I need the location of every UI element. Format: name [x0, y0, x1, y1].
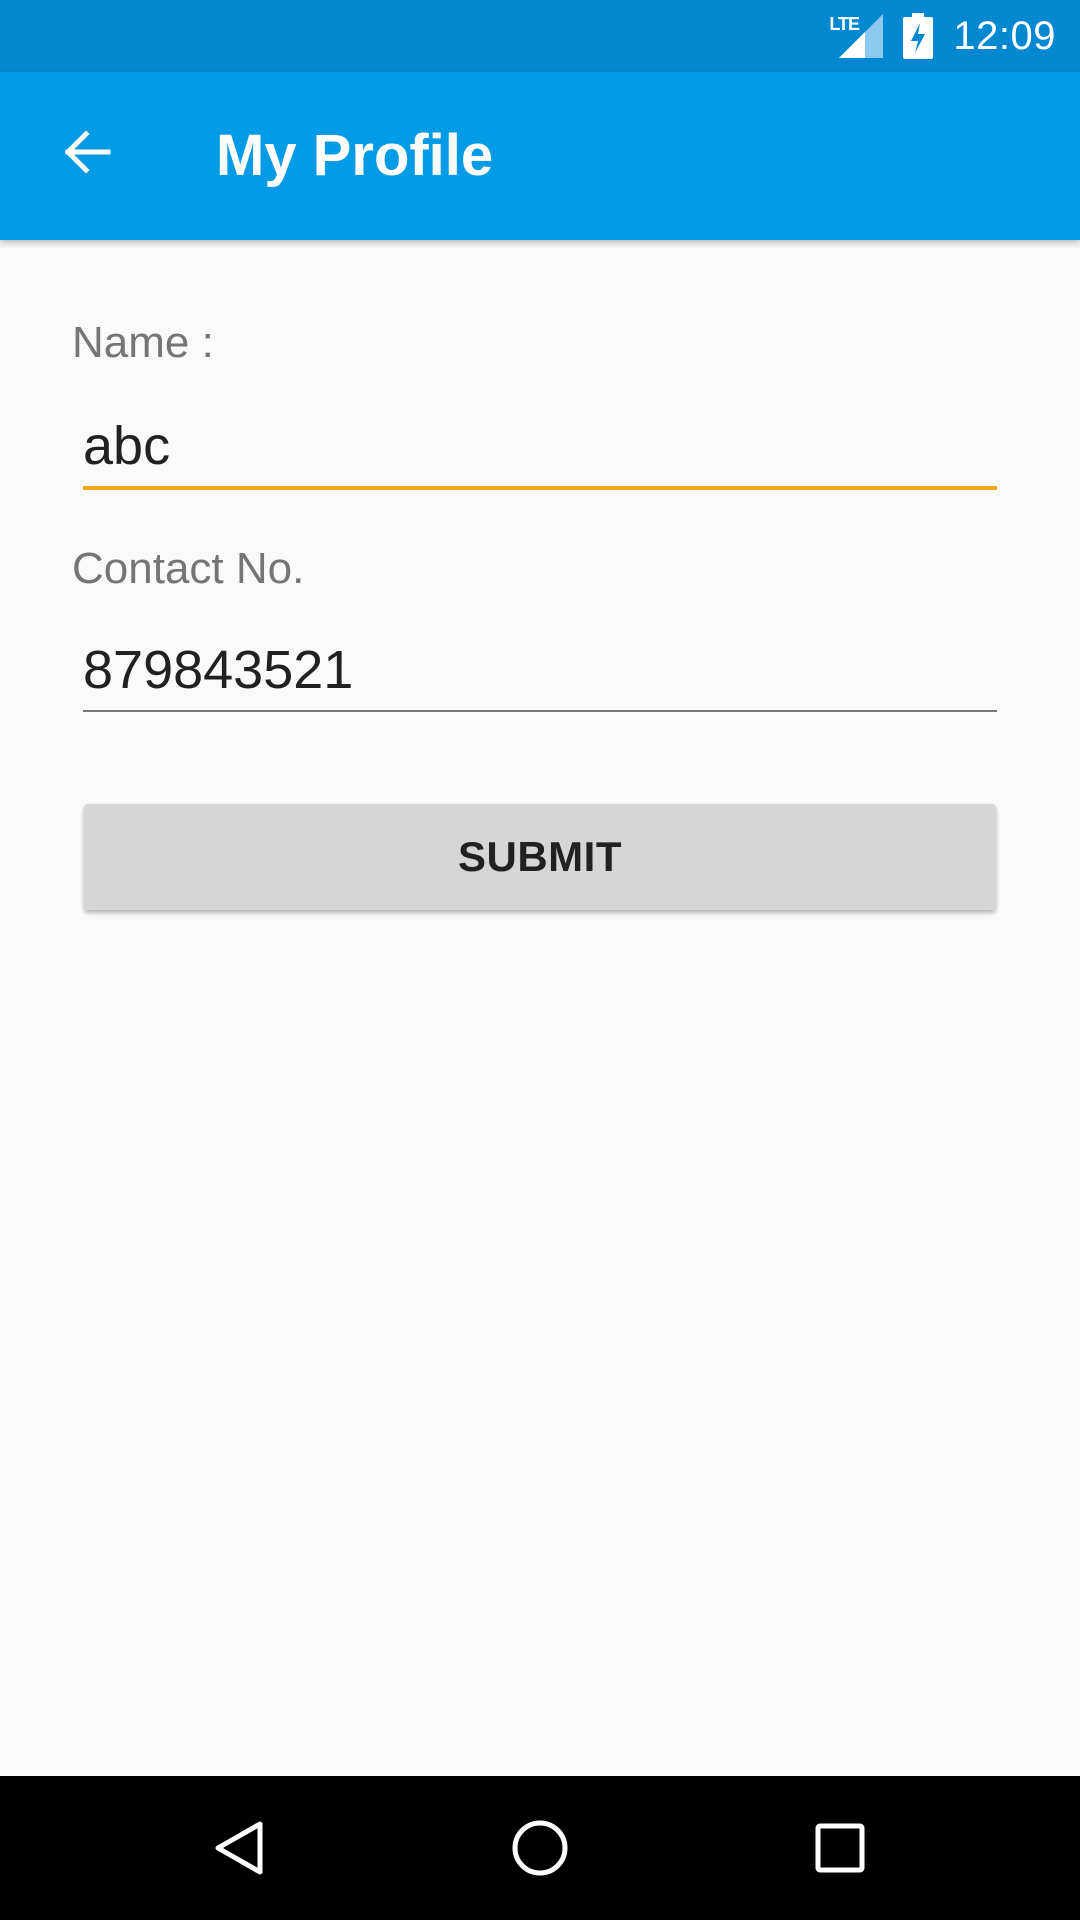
home-circle-icon	[512, 1820, 568, 1876]
contact-input-underline	[83, 710, 997, 712]
back-triangle-icon	[215, 1821, 263, 1875]
arrow-back-icon	[64, 130, 111, 174]
lte-signal-icon: LTE	[829, 14, 884, 58]
contact-input[interactable]	[83, 630, 997, 710]
status-bar: LTE 12:09	[0, 0, 1080, 72]
contact-label: Contact No.	[72, 544, 305, 593]
back-button[interactable]	[44, 110, 128, 194]
nav-back-button[interactable]	[190, 1798, 290, 1898]
app-bar: My Profile	[0, 72, 1080, 240]
status-icons: LTE 12:09	[829, 0, 1056, 72]
page-title: My Profile	[216, 123, 494, 188]
battery-charging-icon	[903, 13, 934, 59]
status-time: 12:09	[953, 13, 1056, 58]
recents-square-icon	[815, 1823, 865, 1873]
nav-home-button[interactable]	[490, 1798, 590, 1898]
submit-button[interactable]: SUBMIT	[84, 804, 996, 910]
name-label: Name :	[72, 318, 214, 367]
name-input[interactable]	[83, 406, 997, 486]
navigation-bar	[0, 1776, 1080, 1920]
name-input-underline	[83, 486, 997, 490]
nav-recents-button[interactable]	[790, 1798, 890, 1898]
